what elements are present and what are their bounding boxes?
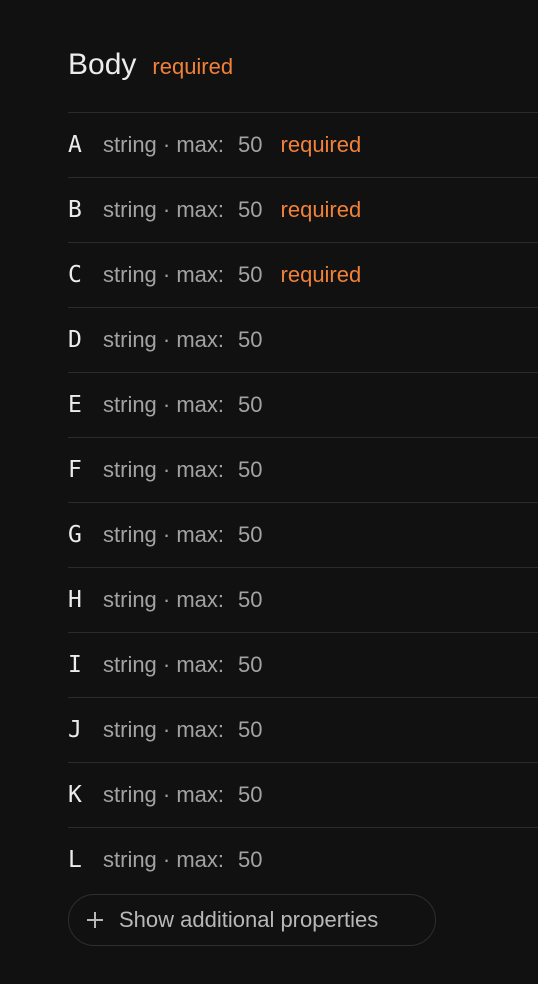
property-type: string · max: [103,262,225,287]
property-row: E string · max: 50 [68,372,538,437]
property-name: C [68,262,82,288]
property-type: string · max: [103,652,225,677]
property-max: 50 [238,197,263,222]
property-row: G string · max: 50 [68,502,538,567]
property-max: 50 [238,132,263,157]
required-badge: required [152,54,234,79]
property-max: 50 [238,587,263,612]
property-type: string · max: [103,847,225,872]
property-row: B string · max: 50 required [68,177,538,242]
section-title: Body [68,48,137,81]
property-name: J [68,717,82,743]
property-type: string · max: [103,392,225,417]
property-name: E [68,392,82,418]
property-row: K string · max: 50 [68,762,538,827]
property-row: L string · max: 50 [68,827,538,892]
property-max: 50 [238,782,263,807]
property-name: D [68,327,82,353]
property-row: D string · max: 50 [68,307,538,372]
property-max: 50 [238,652,263,677]
property-name: A [68,132,82,158]
property-type: string · max: [103,717,225,742]
property-type: string · max: [103,782,225,807]
required-badge: required [280,262,362,287]
property-row: F string · max: 50 [68,437,538,502]
property-row: J string · max: 50 [68,697,538,762]
property-max: 50 [238,457,263,482]
property-max: 50 [238,847,263,872]
property-type: string · max: [103,197,225,222]
property-name: H [68,587,82,613]
plus-icon [87,912,103,928]
property-name: K [68,782,82,808]
property-max: 50 [238,327,263,352]
property-type: string · max: [103,587,225,612]
property-name: F [68,457,82,483]
property-row: H string · max: 50 [68,567,538,632]
property-max: 50 [238,717,263,742]
property-type: string · max: [103,457,225,482]
property-name: B [68,197,82,223]
property-row: I string · max: 50 [68,632,538,697]
property-name: I [68,652,82,678]
property-max: 50 [238,392,263,417]
property-name: G [68,522,82,548]
property-max: 50 [238,262,263,287]
property-row: A string · max: 50 required [68,112,538,177]
property-max: 50 [238,522,263,547]
property-row: C string · max: 50 required [68,242,538,307]
show-additional-properties-button[interactable]: Show additional properties [68,894,436,946]
required-badge: required [280,197,362,222]
show-additional-properties-label: Show additional properties [119,907,379,932]
property-list: A string · max: 50 required B string · max… [68,112,538,892]
property-type: string · max: [103,132,225,157]
property-type: string · max: [103,522,225,547]
property-name: L [68,847,82,873]
property-type: string · max: [103,327,225,352]
required-badge: required [280,132,362,157]
body-section-header: Body required [68,48,233,82]
